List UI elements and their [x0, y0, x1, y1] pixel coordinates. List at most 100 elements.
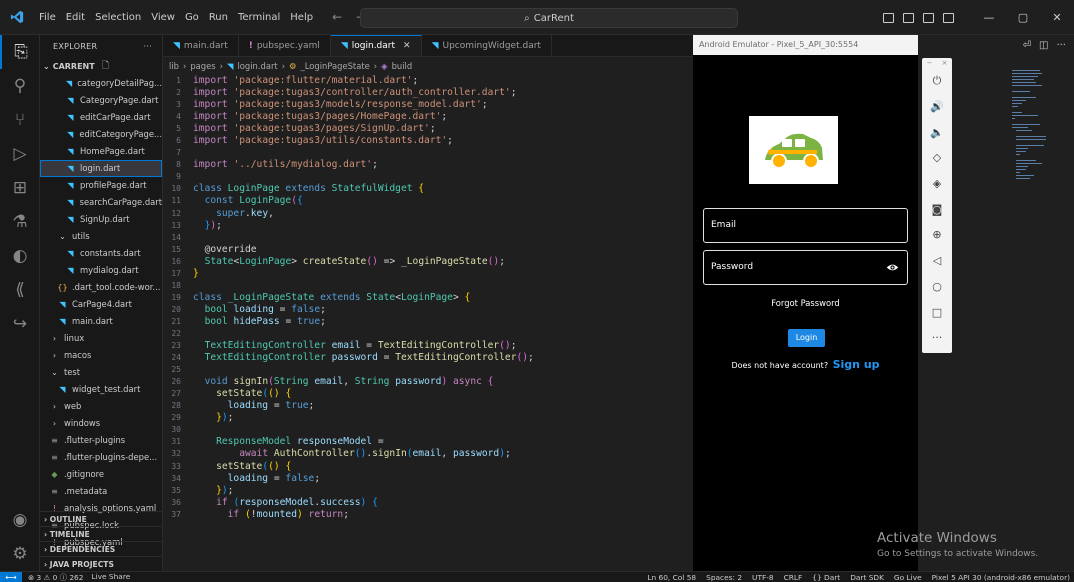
run-file-icon[interactable]: ⏎: [1023, 40, 1031, 51]
file-tree-item[interactable]: ◥ mydialog.dart: [40, 262, 162, 279]
emulator-close-icon[interactable]: ×: [942, 58, 948, 68]
menu-help[interactable]: Help: [285, 0, 318, 35]
remote-indicator-icon[interactable]: ⟷: [0, 571, 22, 582]
more-icon[interactable]: ···: [922, 325, 952, 351]
toggle-sidebar-icon[interactable]: [883, 12, 894, 23]
file-tree-item[interactable]: ◥ editCategoryPage...: [40, 126, 162, 143]
file-tree-item[interactable]: ◆ .gitignore: [40, 466, 162, 483]
toggle-panel-icon[interactable]: [903, 12, 914, 23]
back-arrow-icon[interactable]: ←: [332, 10, 342, 24]
file-tree-item[interactable]: ◥ CarPage4.dart: [40, 296, 162, 313]
editor-tab[interactable]: ◥ login.dart ✕: [330, 35, 422, 56]
login-button[interactable]: Login: [788, 329, 825, 347]
file-tree-item[interactable]: ◥ widget_test.dart: [40, 381, 162, 398]
password-field[interactable]: Password: [703, 250, 908, 285]
editor-tab[interactable]: ! pubspec.yaml: [239, 35, 331, 56]
file-tree-item[interactable]: › macos: [40, 347, 162, 364]
file-tree-item[interactable]: › linux: [40, 330, 162, 347]
explorer-more-icon[interactable]: ···: [143, 42, 152, 51]
file-tree-item[interactable]: › web: [40, 398, 162, 415]
emulator-screen[interactable]: Email Password Forgot Password Login Doe…: [693, 55, 918, 571]
menu-terminal[interactable]: Terminal: [233, 0, 285, 35]
flutter-icon[interactable]: ◐: [0, 239, 40, 273]
overview-icon[interactable]: □: [922, 299, 952, 325]
file-tree-item[interactable]: › windows: [40, 415, 162, 432]
back-icon[interactable]: ◁: [922, 248, 952, 274]
menu-run[interactable]: Run: [204, 0, 233, 35]
command-center-search[interactable]: ⌕ CarRent: [360, 8, 738, 28]
explorer-icon[interactable]: ⎘: [0, 35, 40, 69]
file-tree-item[interactable]: ◥ HomePage.dart: [40, 143, 162, 160]
section-outline[interactable]: › OUTLINE: [40, 511, 162, 526]
breadcrumb-lib[interactable]: lib: [169, 61, 179, 71]
camera-icon[interactable]: ◙: [922, 196, 952, 222]
volume-down-icon[interactable]: 🔈: [922, 119, 952, 145]
emulator-minimize-icon[interactable]: −: [927, 58, 933, 68]
forgot-password-link[interactable]: Forgot Password: [693, 298, 918, 308]
minimize-icon[interactable]: —: [972, 11, 1006, 24]
file-tree-item[interactable]: ⌄ test: [40, 364, 162, 381]
file-tree-item[interactable]: ≡ .metadata: [40, 483, 162, 500]
file-tree-item[interactable]: ◥ searchCarPage.dart: [40, 194, 162, 211]
file-tree-item[interactable]: ◥ login.dart: [40, 160, 162, 177]
code-editor[interactable]: 1 import 'package:flutter/material.dart';…: [163, 75, 693, 521]
extensions-icon[interactable]: ⊞: [0, 171, 40, 205]
live-share-icon[interactable]: ↪: [0, 307, 40, 341]
menu-selection[interactable]: Selection: [90, 0, 146, 35]
breadcrumb-method[interactable]: build: [392, 61, 413, 71]
file-tree-item[interactable]: ⌄ utils: [40, 228, 162, 245]
status-item[interactable]: Ln 60, Col 58: [647, 572, 696, 582]
file-tree-item[interactable]: ≡ .flutter-plugins: [40, 432, 162, 449]
live-share-status[interactable]: Live Share: [91, 572, 130, 582]
status-item[interactable]: {} Dart: [812, 572, 840, 582]
maximize-icon[interactable]: ▢: [1006, 11, 1040, 24]
run-debug-icon[interactable]: ▷: [0, 137, 40, 171]
source-control-icon[interactable]: ⑂: [0, 103, 40, 137]
editor-tab[interactable]: ◥ main.dart: [163, 35, 239, 56]
toggle-secondary-sidebar-icon[interactable]: [923, 12, 934, 23]
file-tree-item[interactable]: ◥ categoryDetailPag...: [40, 75, 162, 92]
close-tab-icon[interactable]: ✕: [403, 41, 411, 51]
editor-tab[interactable]: ◥ UpcomingWidget.dart: [422, 35, 552, 56]
customize-layout-icon[interactable]: [943, 12, 954, 23]
zoom-icon[interactable]: ⊕: [922, 222, 952, 248]
minimap[interactable]: [1010, 70, 1050, 200]
account-icon[interactable]: ◉: [0, 503, 40, 537]
show-password-eye-icon[interactable]: [886, 261, 899, 274]
menu-go[interactable]: Go: [180, 0, 204, 35]
remote-explorer-icon[interactable]: ⟪: [0, 273, 40, 307]
testing-icon[interactable]: ⚗: [0, 205, 40, 239]
breadcrumb-pages[interactable]: pages: [190, 61, 215, 71]
power-icon[interactable]: ⏻: [922, 68, 952, 94]
new-file-icon[interactable]: 🗋: [102, 58, 112, 74]
home-icon[interactable]: ○: [922, 274, 952, 300]
file-tree-item[interactable]: ◥ main.dart: [40, 313, 162, 330]
more-actions-icon[interactable]: ···: [1056, 40, 1066, 51]
file-tree-item[interactable]: ◥ profilePage.dart: [40, 177, 162, 194]
manage-gear-icon[interactable]: ⚙: [0, 537, 40, 571]
status-item[interactable]: UTF-8: [752, 572, 774, 582]
split-editor-icon[interactable]: ◫: [1039, 40, 1048, 51]
status-item[interactable]: Go Live: [894, 572, 922, 582]
section-timeline[interactable]: › TIMELINE: [40, 526, 162, 541]
file-tree-item[interactable]: ◥ editCarPage.dart: [40, 109, 162, 126]
project-folder-header[interactable]: ⌄ CARRENT 🗋: [40, 57, 162, 75]
breadcrumb-file[interactable]: login.dart: [237, 61, 277, 71]
file-tree-item[interactable]: ◥ SignUp.dart: [40, 211, 162, 228]
rotate-right-icon[interactable]: ◈: [922, 171, 952, 197]
signup-link[interactable]: Sign up: [833, 358, 880, 371]
status-item[interactable]: Spaces: 2: [706, 572, 742, 582]
section-dependencies[interactable]: › DEPENDENCIES: [40, 541, 162, 556]
status-item[interactable]: Pixel 5 API 30 (android-x86 emulator): [932, 572, 1070, 582]
menu-view[interactable]: View: [146, 0, 180, 35]
close-window-icon[interactable]: ✕: [1040, 11, 1074, 24]
status-item[interactable]: CRLF: [784, 572, 803, 582]
status-item[interactable]: Dart SDK: [850, 572, 884, 582]
problems-count[interactable]: ⊗ 3 ⚠ 0 ⓘ 262: [28, 572, 83, 582]
file-tree-item[interactable]: ◥ constants.dart: [40, 245, 162, 262]
section-java-projects[interactable]: › JAVA PROJECTS: [40, 556, 162, 571]
breadcrumb-class[interactable]: _LoginPageState: [301, 61, 370, 71]
volume-up-icon[interactable]: 🔊: [922, 94, 952, 120]
menu-file[interactable]: File: [34, 0, 61, 35]
email-field[interactable]: Email: [703, 208, 908, 243]
